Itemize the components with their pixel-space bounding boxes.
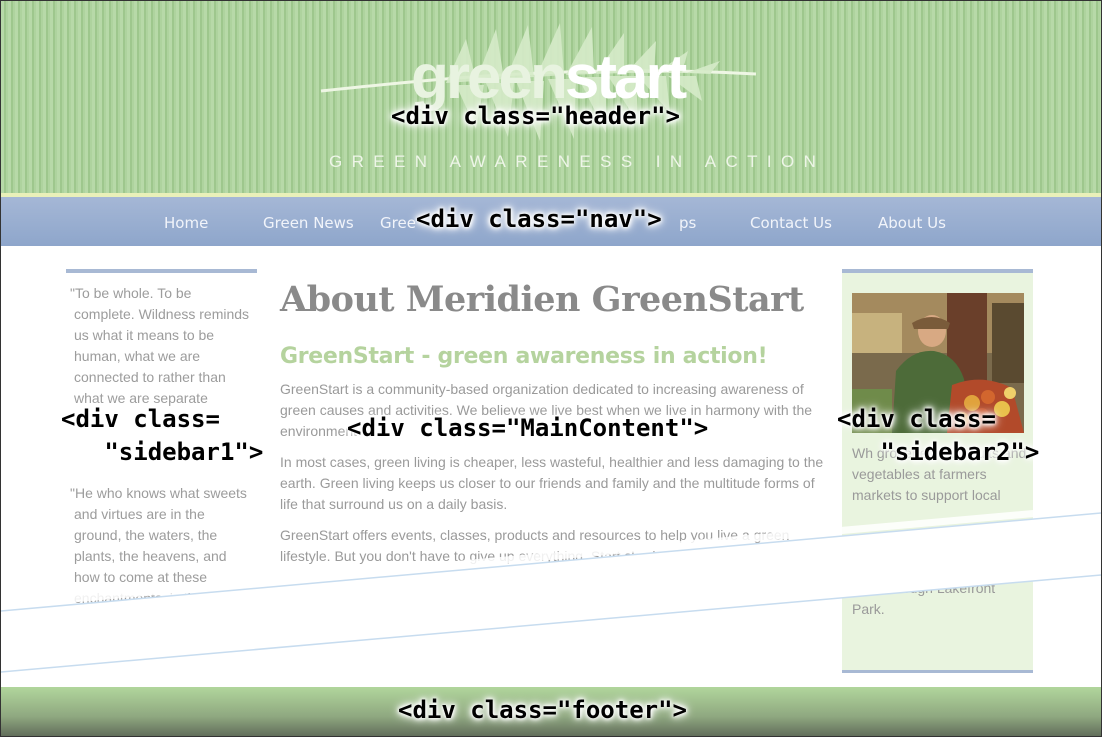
main-paragraph-2: In most cases, green living is cheaper, … — [280, 454, 824, 512]
footer-annotation: <div class="footer"> — [398, 696, 687, 724]
main-content-annotation: <div class="MainContent"> — [347, 414, 709, 442]
header: greenstart GREEN AWARENESS IN ACTION — [1, 1, 1101, 193]
nav-annotation: <div class="nav"> — [416, 205, 662, 233]
page-frame: greenstart GREEN AWARENESS IN ACTION Hom… — [0, 0, 1102, 737]
sidebar2-text-2: work through Lakefront Park. — [852, 580, 996, 617]
sidebar2-annotation: <div class= "sidebar2"> — [837, 405, 1040, 466]
sidebar2: Wh groceries, buy fruits and vegetables … — [842, 269, 1033, 673]
nav-item-green-events[interactable]: Gree — [380, 214, 416, 232]
sidebar1-annotation: <div class= "sidebar1"> — [61, 405, 264, 466]
header-annotation: <div class="header"> — [391, 102, 680, 130]
nav-item-home[interactable]: Home — [164, 214, 208, 232]
main-paragraph-3: GreenStart offers events, classes, produ… — [280, 527, 790, 564]
nav-item-contact-us[interactable]: Contact Us — [750, 214, 832, 232]
nav-item-green-news[interactable]: Green News — [263, 214, 354, 232]
nav-item-about-us[interactable]: About Us — [878, 214, 946, 232]
sidebar1-quote-1: "To be whole. To be complete. Wildness r… — [70, 285, 250, 406]
sidebar2-bottom-border — [842, 670, 1033, 673]
site-tagline: GREEN AWARENESS IN ACTION — [329, 152, 826, 171]
page-title: About Meridien GreenStart — [280, 279, 804, 320]
page-subtitle: GreenStart - green awareness in action! — [280, 344, 768, 369]
sidebar2-top-border — [842, 269, 1033, 273]
nav-item-green-tips[interactable]: ps — [679, 214, 696, 232]
